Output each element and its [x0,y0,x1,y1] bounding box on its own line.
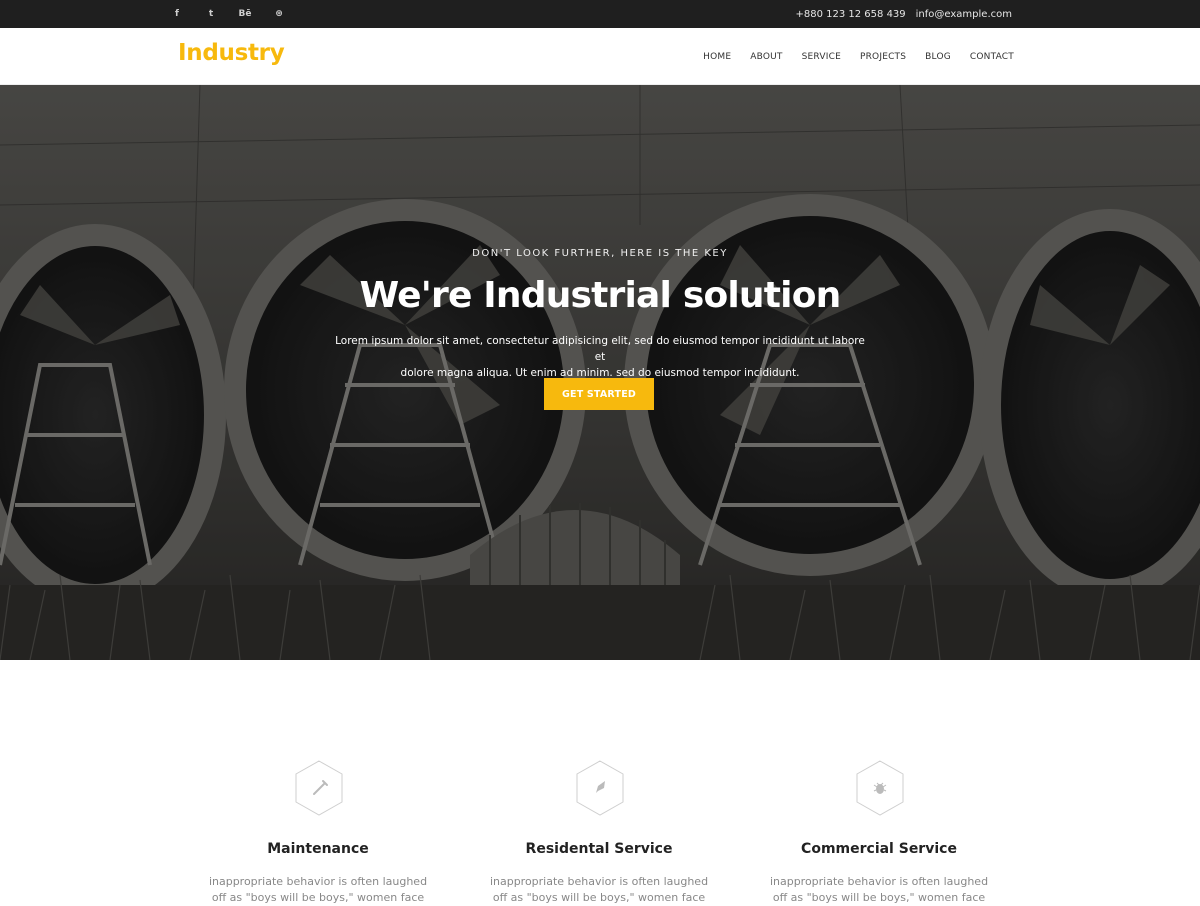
hero-section: DON'T LOOK FURTHER, HERE IS THE KEY We'r… [0,85,1200,660]
contact-info: +880 123 12 658 439 info@example.com [795,0,1012,28]
service-title: Residental Service [525,841,673,857]
phone-number[interactable]: +880 123 12 658 439 [795,9,905,20]
top-bar: f t Bē ⊛ +880 123 12 658 439 info@exampl… [0,0,1200,28]
service-title: Maintenance [267,841,369,857]
main-nav: HOME ABOUT SERVICE PROJECTS BLOG CONTACT [703,28,1014,85]
service-title: Commercial Service [801,841,957,857]
service-text-line1: inappropriate behavior is often laughed [489,875,709,888]
behance-icon[interactable]: Bē [238,7,252,21]
dribbble-icon[interactable]: ⊛ [272,7,286,21]
rocket-icon [576,760,624,816]
twitter-icon[interactable]: t [204,7,218,21]
nav-contact[interactable]: CONTACT [970,52,1014,62]
nav-home[interactable]: HOME [703,52,731,62]
service-text-line2: off as "boys will be boys," women face [772,891,986,904]
wrench-icon [295,760,343,816]
service-text-line2: off as "boys will be boys," women face [492,891,706,904]
hero-title: We're Industrial solution [359,275,842,316]
service-text: inappropriate behavior is often laughed … [208,874,428,906]
site-logo[interactable]: Industry [178,40,285,66]
service-text-line2: off as "boys will be boys," women face [211,891,425,904]
hero-description: Lorem ipsum dolor sit amet, consectetur … [335,333,865,381]
get-started-button[interactable]: GET STARTED [544,378,654,410]
nav-blog[interactable]: BLOG [925,52,951,62]
service-text: inappropriate behavior is often laughed … [769,874,989,906]
site-header: Industry HOME ABOUT SERVICE PROJECTS BLO… [0,28,1200,85]
hero-kicker: DON'T LOOK FURTHER, HERE IS THE KEY [472,248,728,259]
nav-projects[interactable]: PROJECTS [860,52,906,62]
email-address[interactable]: info@example.com [916,9,1012,20]
bug-icon [856,760,904,816]
nav-about[interactable]: ABOUT [750,52,782,62]
services-section: Maintenance inappropriate behavior is of… [0,660,1200,904]
service-text-line1: inappropriate behavior is often laughed [208,875,428,888]
social-links: f t Bē ⊛ [170,0,286,28]
hero-description-line1: Lorem ipsum dolor sit amet, consectetur … [335,335,865,363]
nav-service[interactable]: SERVICE [802,52,841,62]
service-text: inappropriate behavior is often laughed … [489,874,709,906]
service-text-line1: inappropriate behavior is often laughed [769,875,989,888]
facebook-icon[interactable]: f [170,7,184,21]
